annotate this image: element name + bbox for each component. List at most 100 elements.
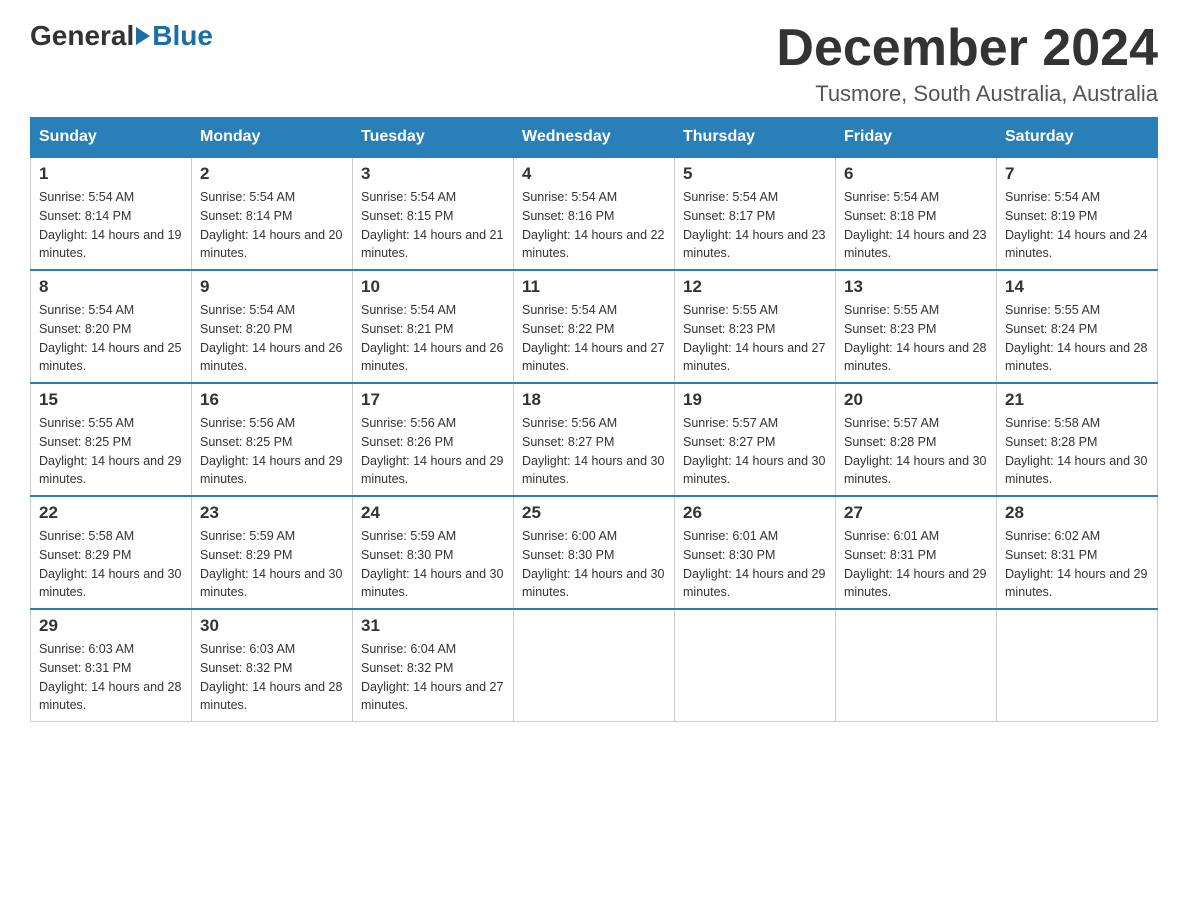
- day-number: 15: [39, 390, 183, 410]
- calendar-cell: 7 Sunrise: 5:54 AMSunset: 8:19 PMDaylight…: [997, 157, 1158, 270]
- day-number: 11: [522, 277, 666, 297]
- day-number: 14: [1005, 277, 1149, 297]
- calendar-week-row: 22 Sunrise: 5:58 AMSunset: 8:29 PMDayligh…: [31, 496, 1158, 609]
- day-info: Sunrise: 5:55 AMSunset: 8:23 PMDaylight:…: [683, 301, 827, 376]
- calendar-cell: 23 Sunrise: 5:59 AMSunset: 8:29 PMDayligh…: [192, 496, 353, 609]
- month-title: December 2024: [776, 20, 1158, 77]
- calendar-cell: 1 Sunrise: 5:54 AMSunset: 8:14 PMDaylight…: [31, 157, 192, 270]
- day-info: Sunrise: 5:54 AMSunset: 8:14 PMDaylight:…: [39, 188, 183, 263]
- day-number: 12: [683, 277, 827, 297]
- day-number: 20: [844, 390, 988, 410]
- calendar-body: 1 Sunrise: 5:54 AMSunset: 8:14 PMDaylight…: [31, 157, 1158, 722]
- day-number: 29: [39, 616, 183, 636]
- calendar-cell: [836, 609, 997, 722]
- day-number: 19: [683, 390, 827, 410]
- calendar-cell: 13 Sunrise: 5:55 AMSunset: 8:23 PMDayligh…: [836, 270, 997, 383]
- day-number: 13: [844, 277, 988, 297]
- day-info: Sunrise: 6:00 AMSunset: 8:30 PMDaylight:…: [522, 527, 666, 602]
- day-number: 26: [683, 503, 827, 523]
- calendar-cell: 4Sunrise: 5:54 AMSunset: 8:16 PMDaylight…: [514, 157, 675, 270]
- day-info: Sunrise: 5:58 AMSunset: 8:28 PMDaylight:…: [1005, 414, 1149, 489]
- location-title: Tusmore, South Australia, Australia: [776, 81, 1158, 107]
- day-number: 16: [200, 390, 344, 410]
- calendar-cell: 12 Sunrise: 5:55 AMSunset: 8:23 PMDayligh…: [675, 270, 836, 383]
- weekday-header-monday: Monday: [192, 118, 353, 158]
- day-number: 10: [361, 277, 505, 297]
- calendar-cell: 21 Sunrise: 5:58 AMSunset: 8:28 PMDayligh…: [997, 383, 1158, 496]
- day-number: 28: [1005, 503, 1149, 523]
- day-number: 25: [522, 503, 666, 523]
- day-number: 1: [39, 164, 183, 184]
- calendar-week-row: 1 Sunrise: 5:54 AMSunset: 8:14 PMDaylight…: [31, 157, 1158, 270]
- day-number: 8: [39, 277, 183, 297]
- day-info: Sunrise: 6:02 AMSunset: 8:31 PMDaylight:…: [1005, 527, 1149, 602]
- calendar-week-row: 15 Sunrise: 5:55 AMSunset: 8:25 PMDayligh…: [31, 383, 1158, 496]
- day-info: Sunrise: 5:54 AMSunset: 8:20 PMDaylight:…: [39, 301, 183, 376]
- day-number: 7: [1005, 164, 1149, 184]
- day-number: 5: [683, 164, 827, 184]
- logo-blue-text: Blue: [152, 20, 213, 52]
- logo: General Blue: [30, 20, 213, 52]
- day-info: Sunrise: 6:01 AMSunset: 8:30 PMDaylight:…: [683, 527, 827, 602]
- day-info: Sunrise: 5:55 AMSunset: 8:25 PMDaylight:…: [39, 414, 183, 489]
- day-info: Sunrise: 5:54 AMSunset: 8:17 PMDaylight:…: [683, 188, 827, 263]
- calendar-cell: 16 Sunrise: 5:56 AMSunset: 8:25 PMDayligh…: [192, 383, 353, 496]
- day-info: Sunrise: 5:54 AMSunset: 8:20 PMDaylight:…: [200, 301, 344, 376]
- calendar-cell: [675, 609, 836, 722]
- day-info: Sunrise: 5:54 AMSunset: 8:22 PMDaylight:…: [522, 301, 666, 376]
- calendar-cell: 14 Sunrise: 5:55 AMSunset: 8:24 PMDayligh…: [997, 270, 1158, 383]
- day-info: Sunrise: 5:59 AMSunset: 8:29 PMDaylight:…: [200, 527, 344, 602]
- calendar-header-row: SundayMondayTuesdayWednesdayThursdayFrid…: [31, 118, 1158, 158]
- day-info: Sunrise: 5:54 AMSunset: 8:19 PMDaylight:…: [1005, 188, 1149, 263]
- day-info: Sunrise: 5:59 AMSunset: 8:30 PMDaylight:…: [361, 527, 505, 602]
- day-number: 18: [522, 390, 666, 410]
- weekday-header-friday: Friday: [836, 118, 997, 158]
- day-number: 3: [361, 164, 505, 184]
- day-info: Sunrise: 5:55 AMSunset: 8:23 PMDaylight:…: [844, 301, 988, 376]
- day-number: 23: [200, 503, 344, 523]
- calendar-cell: 29 Sunrise: 6:03 AMSunset: 8:31 PMDayligh…: [31, 609, 192, 722]
- weekday-header-tuesday: Tuesday: [353, 118, 514, 158]
- calendar-cell: 6Sunrise: 5:54 AMSunset: 8:18 PMDaylight…: [836, 157, 997, 270]
- title-block: December 2024 Tusmore, South Australia, …: [776, 20, 1158, 107]
- weekday-header-thursday: Thursday: [675, 118, 836, 158]
- calendar-cell: 3 Sunrise: 5:54 AMSunset: 8:15 PMDaylight…: [353, 157, 514, 270]
- day-number: 24: [361, 503, 505, 523]
- day-info: Sunrise: 5:54 AMSunset: 8:21 PMDaylight:…: [361, 301, 505, 376]
- calendar-cell: 20 Sunrise: 5:57 AMSunset: 8:28 PMDayligh…: [836, 383, 997, 496]
- day-number: 21: [1005, 390, 1149, 410]
- day-number: 2: [200, 164, 344, 184]
- day-info: Sunrise: 5:55 AMSunset: 8:24 PMDaylight:…: [1005, 301, 1149, 376]
- calendar-cell: 8 Sunrise: 5:54 AMSunset: 8:20 PMDaylight…: [31, 270, 192, 383]
- day-number: 22: [39, 503, 183, 523]
- day-number: 30: [200, 616, 344, 636]
- day-info: Sunrise: 6:04 AMSunset: 8:32 PMDaylight:…: [361, 640, 505, 715]
- logo-blue-part: Blue: [134, 20, 213, 52]
- calendar-cell: 10 Sunrise: 5:54 AMSunset: 8:21 PMDayligh…: [353, 270, 514, 383]
- calendar-cell: 24 Sunrise: 5:59 AMSunset: 8:30 PMDayligh…: [353, 496, 514, 609]
- calendar-cell: 30 Sunrise: 6:03 AMSunset: 8:32 PMDayligh…: [192, 609, 353, 722]
- day-info: Sunrise: 5:54 AMSunset: 8:15 PMDaylight:…: [361, 188, 505, 263]
- day-info: Sunrise: 6:03 AMSunset: 8:31 PMDaylight:…: [39, 640, 183, 715]
- calendar-cell: 22 Sunrise: 5:58 AMSunset: 8:29 PMDayligh…: [31, 496, 192, 609]
- calendar-week-row: 8 Sunrise: 5:54 AMSunset: 8:20 PMDaylight…: [31, 270, 1158, 383]
- day-info: Sunrise: 5:54 AMSunset: 8:14 PMDaylight:…: [200, 188, 344, 263]
- day-info: Sunrise: 5:56 AMSunset: 8:26 PMDaylight:…: [361, 414, 505, 489]
- calendar-cell: 19Sunrise: 5:57 AMSunset: 8:27 PMDayligh…: [675, 383, 836, 496]
- day-info: Sunrise: 5:54 AMSunset: 8:18 PMDaylight:…: [844, 188, 988, 263]
- calendar-cell: 11 Sunrise: 5:54 AMSunset: 8:22 PMDayligh…: [514, 270, 675, 383]
- calendar-table: SundayMondayTuesdayWednesdayThursdayFrid…: [30, 117, 1158, 722]
- day-info: Sunrise: 6:03 AMSunset: 8:32 PMDaylight:…: [200, 640, 344, 715]
- logo-general-text: General: [30, 20, 134, 52]
- calendar-cell: 27Sunrise: 6:01 AMSunset: 8:31 PMDayligh…: [836, 496, 997, 609]
- day-info: Sunrise: 5:56 AMSunset: 8:27 PMDaylight:…: [522, 414, 666, 489]
- day-info: Sunrise: 5:54 AMSunset: 8:16 PMDaylight:…: [522, 188, 666, 263]
- day-info: Sunrise: 5:58 AMSunset: 8:29 PMDaylight:…: [39, 527, 183, 602]
- calendar-cell: 17Sunrise: 5:56 AMSunset: 8:26 PMDayligh…: [353, 383, 514, 496]
- calendar-cell: 9Sunrise: 5:54 AMSunset: 8:20 PMDaylight…: [192, 270, 353, 383]
- calendar-cell: 28 Sunrise: 6:02 AMSunset: 8:31 PMDayligh…: [997, 496, 1158, 609]
- day-info: Sunrise: 5:57 AMSunset: 8:28 PMDaylight:…: [844, 414, 988, 489]
- day-info: Sunrise: 5:56 AMSunset: 8:25 PMDaylight:…: [200, 414, 344, 489]
- logo-arrow-icon: [136, 27, 150, 45]
- calendar-cell: [514, 609, 675, 722]
